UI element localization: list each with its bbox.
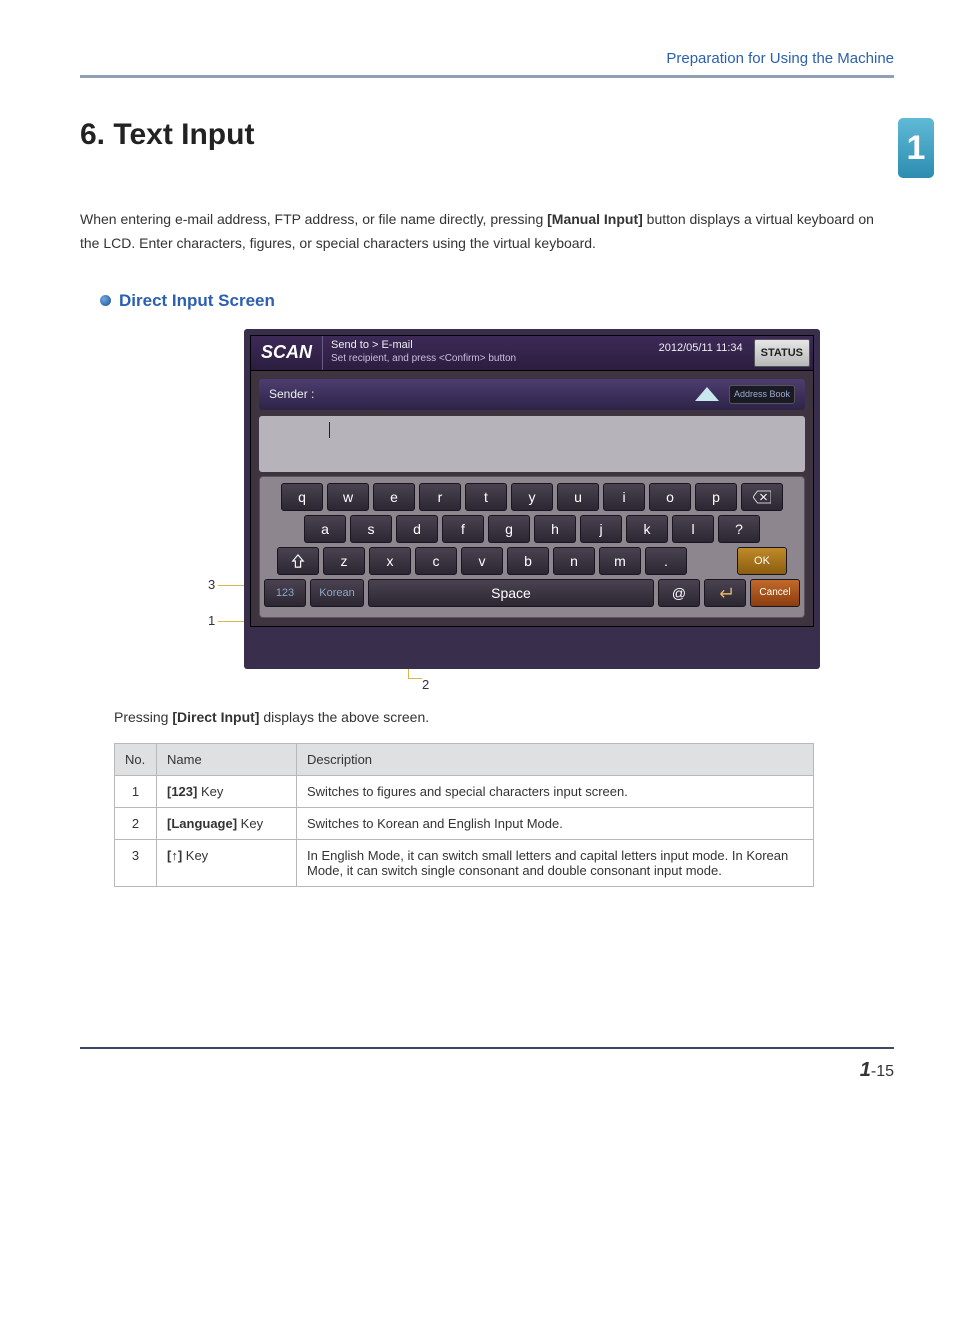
table-row: 1 [123] Key Switches to figures and spec… — [115, 775, 814, 807]
description-table: No. Name Description 1 [123] Key Switche… — [114, 743, 814, 887]
numeric-mode-key: 123 — [264, 579, 306, 607]
cell-name: [↑] Key — [157, 839, 297, 886]
cell-name: [Language] Key — [157, 807, 297, 839]
th-no: No. — [115, 743, 157, 775]
address-book-button: Address Book — [729, 385, 795, 404]
key-w: w — [327, 483, 369, 511]
at-key: @ — [658, 579, 700, 607]
space-key: Space — [368, 579, 654, 607]
key-q: q — [281, 483, 323, 511]
callout-label-3: 3 — [208, 577, 215, 592]
ok-key: OK — [737, 547, 787, 575]
key-s: s — [350, 515, 392, 543]
callout-label-2: 2 — [422, 677, 429, 692]
lcd-screenshot: SCAN Send to > E-mail Set recipient, and… — [244, 329, 820, 669]
subheading-text: Direct Input Screen — [119, 291, 275, 311]
key-j: j — [580, 515, 622, 543]
scan-label: SCAN — [251, 336, 323, 370]
subheading: Direct Input Screen — [100, 291, 894, 311]
key-p: p — [695, 483, 737, 511]
footer-page: 15 — [876, 1063, 894, 1080]
key-question: ? — [718, 515, 760, 543]
text-cursor — [329, 422, 330, 438]
key-d: d — [396, 515, 438, 543]
up-triangle-icon — [695, 387, 719, 401]
callout-line-2h — [408, 678, 422, 679]
page-footer: 1-15 — [80, 1047, 894, 1082]
key-x: x — [369, 547, 411, 575]
intro-pre: When entering e-mail address, FTP addres… — [80, 211, 547, 227]
key-dot: . — [645, 547, 687, 575]
key-v: v — [461, 547, 503, 575]
key-k: k — [626, 515, 668, 543]
cell-no: 1 — [115, 775, 157, 807]
cell-desc: Switches to figures and special characte… — [297, 775, 814, 807]
intro-bold: [Manual Input] — [547, 211, 643, 227]
chapter-tab: 1 — [898, 118, 934, 178]
language-key: Korean — [310, 579, 364, 607]
page-title: 6. Text Input — [80, 118, 254, 152]
key-t: t — [465, 483, 507, 511]
running-header: Preparation for Using the Machine — [80, 50, 894, 78]
key-u: u — [557, 483, 599, 511]
followup-paragraph: Pressing [Direct Input] displays the abo… — [114, 709, 894, 725]
para-pre: Pressing — [114, 709, 172, 725]
cell-desc: Switches to Korean and English Input Mod… — [297, 807, 814, 839]
virtual-keyboard: q w e r t y u i o p a s d — [259, 476, 805, 618]
text-input-display — [259, 416, 805, 472]
para-bold: [Direct Input] — [172, 709, 259, 725]
breadcrumb-subtitle: Set recipient, and press <Confirm> butto… — [331, 352, 643, 365]
enter-key — [704, 579, 746, 607]
table-row: 2 [Language] Key Switches to Korean and … — [115, 807, 814, 839]
key-r: r — [419, 483, 461, 511]
key-a: a — [304, 515, 346, 543]
callout-label-1: 1 — [208, 613, 215, 628]
para-post: displays the above screen. — [259, 709, 429, 725]
sender-label: Sender : — [269, 387, 695, 401]
cancel-key: Cancel — [750, 579, 800, 607]
footer-chapter: 1 — [860, 1059, 871, 1081]
th-name: Name — [157, 743, 297, 775]
intro-paragraph: When entering e-mail address, FTP addres… — [80, 208, 894, 256]
status-button: STATUS — [754, 339, 810, 367]
table-row: 3 [↑] Key In English Mode, it can switch… — [115, 839, 814, 886]
screenshot-figure: 3 1 2 SCAN Send to > E-mail Set recipien… — [200, 329, 820, 669]
key-m: m — [599, 547, 641, 575]
backspace-key — [741, 483, 783, 511]
key-z: z — [323, 547, 365, 575]
key-y: y — [511, 483, 553, 511]
cell-name: [123] Key — [157, 775, 297, 807]
key-n: n — [553, 547, 595, 575]
key-e: e — [373, 483, 415, 511]
key-g: g — [488, 515, 530, 543]
key-c: c — [415, 547, 457, 575]
th-desc: Description — [297, 743, 814, 775]
key-o: o — [649, 483, 691, 511]
cell-desc: In English Mode, it can switch small let… — [297, 839, 814, 886]
key-i: i — [603, 483, 645, 511]
key-h: h — [534, 515, 576, 543]
key-b: b — [507, 547, 549, 575]
cell-no: 2 — [115, 807, 157, 839]
key-l: l — [672, 515, 714, 543]
bullet-icon — [100, 295, 111, 306]
timestamp: 2012/05/11 11:34 — [651, 336, 751, 370]
cell-no: 3 — [115, 839, 157, 886]
breadcrumb: Send to > E-mail — [331, 338, 643, 352]
key-f: f — [442, 515, 484, 543]
shift-key — [277, 547, 319, 575]
